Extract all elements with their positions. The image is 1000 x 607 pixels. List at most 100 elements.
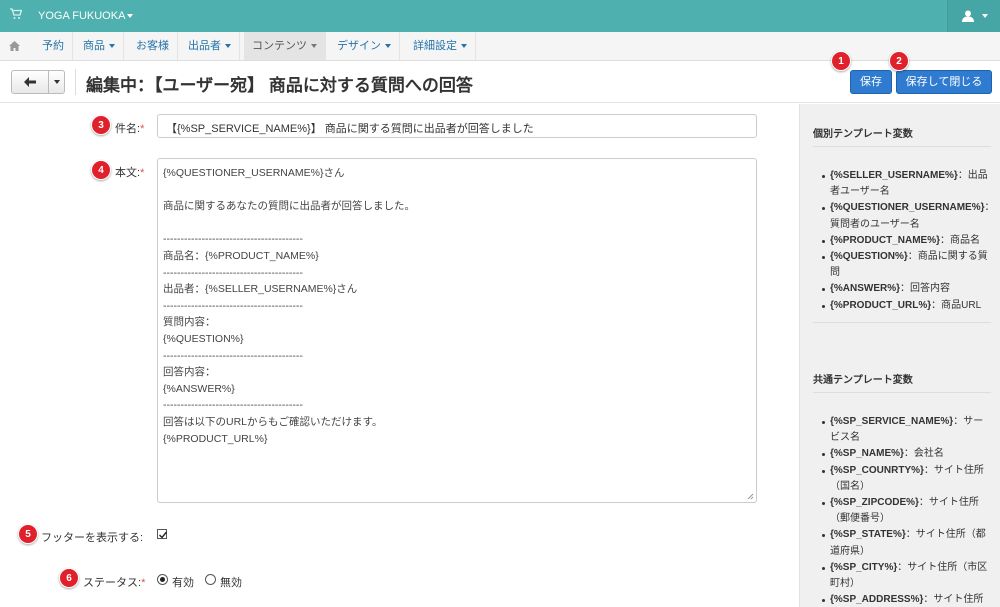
template-variables-panel: 個別テンプレート変数 {%SELLER_USERNAME%}：出品者ユーザー名 … [799,104,1000,607]
list-item: {%SELLER_USERNAME%}：出品者ユーザー名 [822,168,992,200]
var-key: {%SP_CITY%} [830,561,898,573]
button-divider [48,71,49,93]
status-radio-disabled[interactable] [205,574,216,585]
checkmark-icon [159,531,168,539]
save-button[interactable]: 保存 [850,70,892,94]
list-item: {%SP_STATE%}：サイト住所（都道府県） [822,527,992,559]
list-item: {%PRODUCT_URL%}：商品URL [822,298,992,314]
status-label: ステータス:* [83,574,145,590]
nav-label: 出品者 [188,40,221,52]
var-key: {%PRODUCT_NAME%} [830,234,941,246]
list-item: {%SP_NAME%}：会社名 [822,446,992,462]
header-divider [75,69,76,95]
chevron-down-icon[interactable] [54,80,60,84]
list-item: {%QUESTION%}：商品に関する質問 [822,249,992,281]
body-textarea[interactable]: {%QUESTIONER_USERNAME%}さん 商品に関するあなたの質問に出… [157,158,757,503]
status-option-disabled-label: 無効 [220,577,242,589]
annotation-badge-5: 5 [18,524,38,544]
save-and-close-button[interactable]: 保存して閉じる [896,70,992,94]
brand-menu[interactable]: YOGA FUKUOKA [38,10,134,22]
nav-item-advanced-settings[interactable]: 詳細設定 [405,32,476,60]
nav-label: 予約 [42,40,64,52]
subject-input[interactable]: 【{%SP_SERVICE_NAME%}】 商品に関する質問に出品者が回答しまし… [157,114,757,138]
user-icon [962,10,974,22]
var-key: {%SP_STATE%} [830,529,906,541]
annotation-badge-4: 4 [91,160,111,180]
common-vars-title: 共通テンプレート変数 [813,375,913,386]
resize-handle-icon[interactable] [746,492,754,500]
nav-label: コンテンツ [252,40,307,52]
arrow-left-icon [24,77,36,87]
footer-checkbox[interactable] [157,529,168,539]
subject-label-text: 件名: [115,123,141,135]
required-mark: * [140,123,145,135]
var-key: {%PRODUCT_URL%} [830,299,932,311]
body-label-text: 本文: [115,167,141,179]
nav-item-contents[interactable]: コンテンツ [244,32,326,60]
list-item: {%QUESTIONER_USERNAME%}：質問者のユーザー名 [822,200,994,232]
nav-item-customers[interactable]: お客様 [128,32,178,60]
nav-label: 詳細設定 [413,40,457,52]
var-desc: ：商品URL [931,299,982,311]
subject-label: 件名:* [115,120,144,136]
nav-item-sellers[interactable]: 出品者 [180,32,240,60]
var-key: {%ANSWER%} [830,283,901,295]
list-item: {%SP_ZIPCODE%}：サイト住所（郵便番号） [822,495,992,527]
var-key: {%QUESTION%} [830,251,908,263]
page-header: 編集中：【ユーザー宛】 商品に対する質問への回答 保存 保存して閉じる [0,61,1000,103]
individual-vars-list: {%SELLER_USERNAME%}：出品者ユーザー名 {%QUESTIONE… [822,168,994,314]
var-desc: ：会社名 [903,448,944,460]
back-button-group[interactable] [11,70,65,94]
nav-item-design[interactable]: デザイン [329,32,400,60]
nav-item-products[interactable]: 商品 [75,32,124,60]
cart-icon[interactable] [10,8,24,22]
list-item: {%SP_SERVICE_NAME%}：サービス名 [822,414,992,446]
var-desc: ：サイト住所 [923,594,984,606]
divider [813,146,991,147]
status-option-enabled-label: 有効 [172,577,194,589]
status-radio-enabled[interactable] [157,574,168,585]
list-item: {%SP_CITY%}：サイト住所（市区町村） [822,560,992,592]
page-title: 編集中：【ユーザー宛】 商品に対する質問への回答 [86,76,473,95]
status-label-text: ステータス: [83,577,142,589]
list-item: {%SP_COUNRTY%}：サイト住所（国名） [822,463,992,495]
common-vars-list: {%SP_SERVICE_NAME%}：サービス名 {%SP_NAME%}：会社… [822,414,992,607]
var-key: {%SP_ZIPCODE%} [830,497,919,509]
radio-dot [160,577,165,582]
var-key: {%SELLER_USERNAME%} [830,170,958,181]
annotation-badge-3: 3 [91,115,111,135]
list-item: {%SP_ADDRESS%}：サイト住所 [822,592,992,607]
chevron-down-icon [127,14,134,19]
list-item: {%ANSWER%}：回答内容 [822,281,992,297]
nav-item-reservations[interactable]: 予約 [34,32,73,60]
body-label: 本文:* [115,164,144,180]
var-desc: ：回答内容 [900,283,951,295]
nav-label: お客様 [136,40,169,52]
var-key: {%SP_ADDRESS%} [830,594,924,606]
brand-name: YOGA FUKUOKA [38,10,126,22]
divider [813,322,991,323]
var-key: {%SP_SERVICE_NAME%} [830,416,954,427]
chevron-down-icon [109,44,115,49]
home-icon[interactable] [9,41,20,54]
chevron-down-icon [311,44,317,49]
nav-label: デザイン [337,40,381,52]
chevron-down-icon [225,44,231,49]
annotation-badge-1: 1 [831,51,851,71]
footer-label: フッターを表示する: [41,532,144,544]
nav-label: 商品 [83,40,105,52]
individual-vars-title: 個別テンプレート変数 [813,129,913,140]
var-desc: ：商品名 [940,234,981,246]
var-key: {%QUESTIONER_USERNAME%} [830,202,985,214]
annotation-badge-2: 2 [889,51,909,71]
chevron-down-icon [461,44,467,49]
user-menu[interactable] [947,0,1000,32]
chevron-down-icon [982,14,988,18]
required-mark: * [141,577,146,589]
chevron-down-icon [385,44,391,49]
required-mark: * [140,167,145,179]
top-bar: YOGA FUKUOKA [0,0,1000,32]
list-item: {%PRODUCT_NAME%}：商品名 [822,233,992,249]
annotation-badge-6: 6 [59,568,79,588]
var-key: {%SP_NAME%} [830,448,904,460]
